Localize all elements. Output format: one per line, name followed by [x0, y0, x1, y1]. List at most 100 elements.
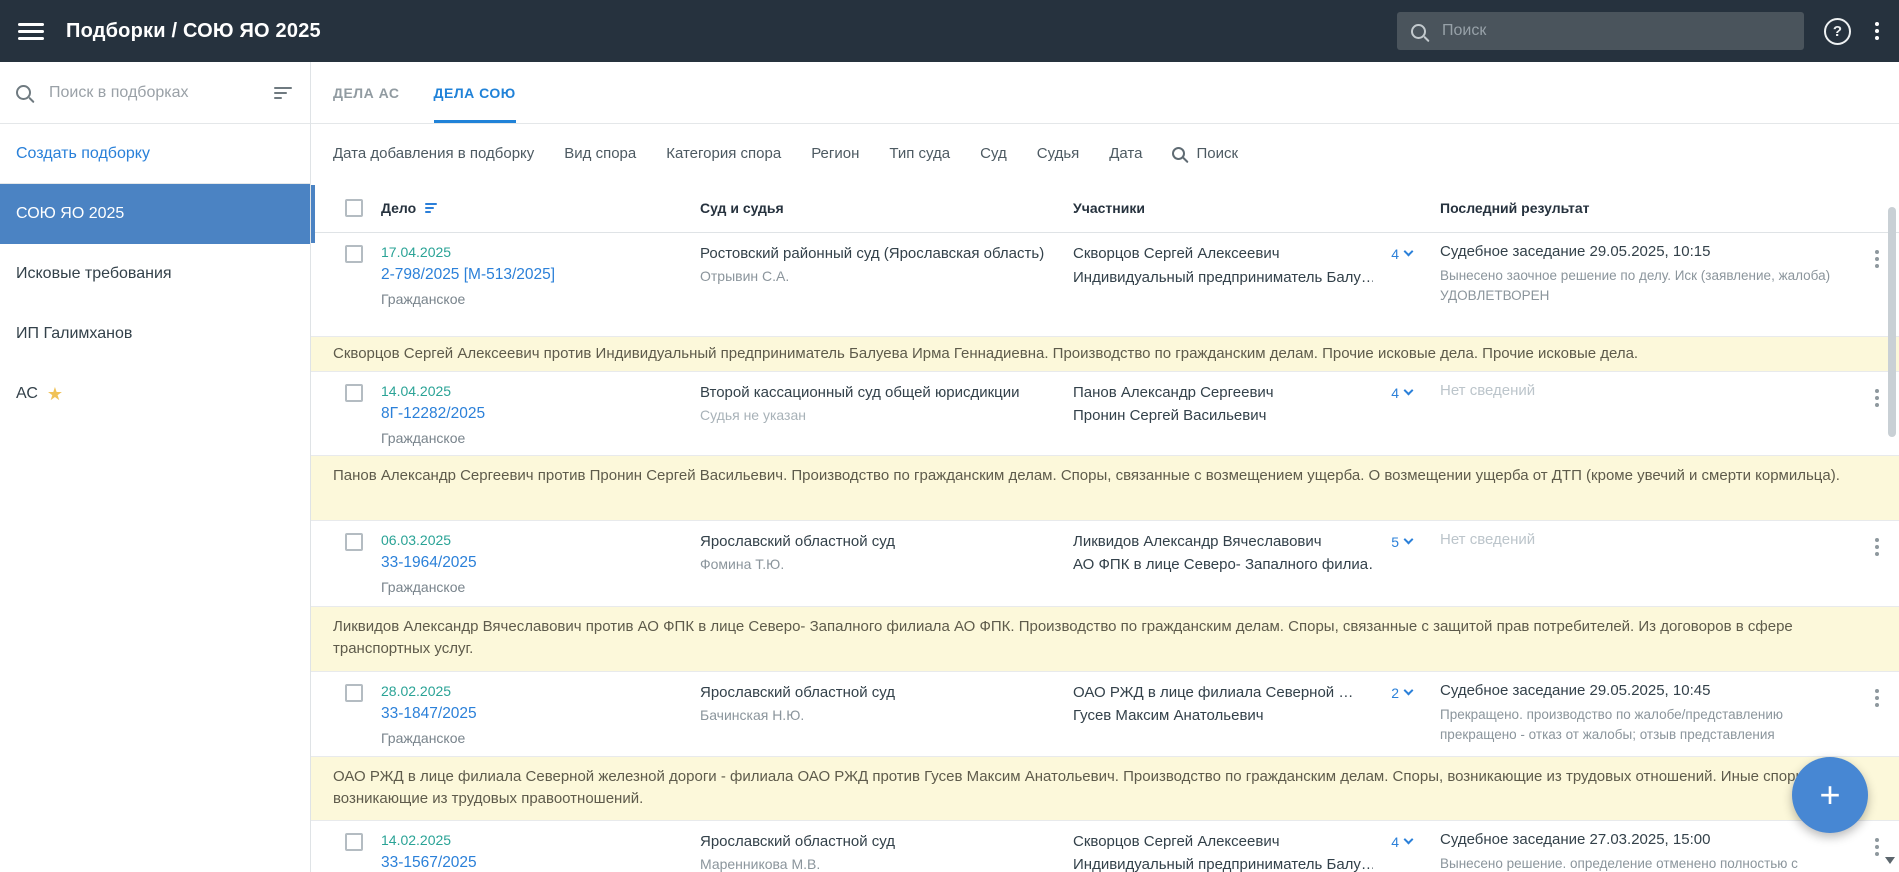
sidebar-item-as[interactable]: АС ★: [0, 364, 310, 424]
result-title: Нет сведений: [1440, 382, 1855, 399]
court-cell: Ярославский областной суд Бачинская Н.Ю.: [700, 681, 1073, 747]
column-header-case: Дело: [381, 200, 416, 216]
case-number-link[interactable]: 8Г-12282/2025: [381, 405, 700, 423]
sidebar-item-label: ИП Галимханов: [16, 325, 132, 343]
case-number-link[interactable]: 33-1847/2025: [381, 705, 700, 723]
result-cell: Нет сведений: [1440, 530, 1855, 597]
create-collection-button[interactable]: Создать подборку: [0, 124, 310, 184]
row-menu-icon[interactable]: [1875, 242, 1879, 327]
filter-region[interactable]: Регион: [811, 145, 859, 162]
topbar-actions: ?: [1397, 12, 1883, 50]
chevron-down-icon: [1404, 685, 1414, 695]
case-cell: 06.03.2025 33-1964/2025 Гражданское: [381, 530, 700, 597]
case-type: Гражданское: [381, 579, 700, 595]
chevron-down-icon: [1404, 534, 1414, 544]
row-menu-icon[interactable]: [1875, 830, 1879, 872]
participant: Скворцов Сергей Алексеевич: [1073, 831, 1373, 854]
vertical-scrollbar-thumb[interactable]: [1888, 207, 1896, 437]
date-added: 17.04.2025: [381, 244, 700, 260]
case-annotation: Панов Александр Сергеевич против Пронин …: [311, 456, 1899, 521]
row-checkbox[interactable]: [345, 833, 363, 851]
participant: Скворцов Сергей Алексеевич: [1073, 243, 1373, 266]
table-row: 17.04.2025 2-798/2025 [М-513/2025] Гражд…: [311, 233, 1899, 337]
table-row: 14.02.2025 33-1567/2025 Ярославский обла…: [311, 821, 1899, 872]
participants-cell: Ликвидов Александр Вячеславович АО ФПК в…: [1073, 530, 1440, 597]
collections-search-input[interactable]: [47, 83, 258, 103]
participants-cell: Скворцов Сергей Алексеевич Индивидуальны…: [1073, 242, 1440, 327]
table-search-button[interactable]: Поиск: [1172, 145, 1238, 162]
sidebar-item-soyu-yao-2025[interactable]: СОЮ ЯО 2025: [0, 184, 310, 244]
hamburger-menu-icon[interactable]: [18, 19, 44, 44]
row-menu-icon[interactable]: [1875, 530, 1879, 597]
participants-cell: Скворцов Сергей Алексеевич Индивидуальны…: [1073, 830, 1440, 872]
overflow-menu-icon[interactable]: [1871, 17, 1883, 45]
row-menu-icon[interactable]: [1875, 381, 1879, 446]
result-details: Вынесено решение. определение отменено п…: [1440, 854, 1832, 872]
global-search-input[interactable]: [1440, 21, 1790, 41]
select-all-checkbox[interactable]: [345, 199, 363, 217]
sidebar-item-iskovye-trebovaniya[interactable]: Исковые требования: [0, 244, 310, 304]
result-title: Судебное заседание 29.05.2025, 10:45: [1440, 682, 1855, 699]
row-checkbox[interactable]: [345, 533, 363, 551]
row-menu-icon[interactable]: [1875, 681, 1879, 747]
court-name: Ярославский областной суд: [700, 531, 1045, 552]
table-row: 28.02.2025 33-1847/2025 Гражданское Ярос…: [311, 672, 1899, 757]
filter-date-added[interactable]: Дата добавления в подборку: [333, 145, 534, 162]
result-title: Судебное заседание 27.03.2025, 15:00: [1440, 831, 1855, 848]
participant: Панов Александр Сергеевич: [1073, 382, 1373, 405]
page-title: Подборки / СОЮ ЯО 2025: [66, 20, 321, 43]
row-checkbox[interactable]: [345, 384, 363, 402]
judge-name: Фомина Т.Ю.: [700, 556, 1073, 572]
participants-count-toggle[interactable]: 5: [1391, 530, 1412, 597]
sort-collections-icon[interactable]: [274, 84, 292, 102]
result-title: Нет сведений: [1440, 531, 1855, 548]
row-checkbox[interactable]: [345, 684, 363, 702]
participants-count-toggle[interactable]: 2: [1391, 681, 1412, 747]
filter-dispute-kind[interactable]: Вид спора: [564, 145, 636, 162]
search-icon: [16, 85, 31, 100]
participants-count-toggle[interactable]: 4: [1391, 381, 1412, 446]
sidebar-item-label: СОЮ ЯО 2025: [16, 205, 124, 223]
participants-count-toggle[interactable]: 4: [1391, 830, 1412, 872]
filter-date[interactable]: Дата: [1109, 145, 1142, 162]
chevron-down-icon: [1404, 834, 1414, 844]
column-header-court: Суд и судья: [700, 200, 1073, 216]
filter-court[interactable]: Суд: [980, 145, 1007, 162]
selected-collection-accent: [311, 185, 315, 243]
participant: Пронин Сергей Васильевич: [1073, 405, 1373, 428]
chevron-down-icon: [1404, 385, 1414, 395]
date-added: 28.02.2025: [381, 683, 700, 699]
search-icon: [1411, 24, 1426, 39]
scrollbar-down-arrow-icon[interactable]: [1885, 857, 1895, 864]
app-window: Подборки / СОЮ ЯО 2025 ? Создать подборк…: [0, 0, 1899, 872]
case-number-link[interactable]: 33-1964/2025: [381, 554, 700, 572]
case-cell: 14.04.2025 8Г-12282/2025 Гражданское: [381, 381, 700, 446]
participants-count-toggle[interactable]: 4: [1391, 242, 1412, 327]
participant: АО ФПК в лице Северо- Запалного филиа…: [1073, 554, 1373, 577]
court-name: Ярославский областной суд: [700, 831, 1045, 852]
participant: Индивидуальный предприниматель Балу…: [1073, 267, 1373, 290]
row-checkbox[interactable]: [345, 245, 363, 263]
filter-dispute-category[interactable]: Категория спора: [666, 145, 781, 162]
case-annotation: Скворцов Сергей Алексеевич против Индиви…: [311, 337, 1899, 372]
sidebar-item-label: АС: [16, 385, 38, 403]
global-search[interactable]: [1397, 12, 1804, 50]
filter-bar: Дата добавления в подборку Вид спора Кат…: [311, 124, 1899, 183]
judge-name: Судья не указан: [700, 407, 1073, 423]
sidebar-item-ip-galimkhanov[interactable]: ИП Галимханов: [0, 304, 310, 364]
result-cell: Нет сведений: [1440, 381, 1855, 446]
filter-court-type[interactable]: Тип суда: [889, 145, 950, 162]
participant: ОАО РЖД в лице филиала Северной …: [1073, 682, 1373, 705]
case-number-link[interactable]: 2-798/2025 [М-513/2025]: [381, 266, 700, 284]
sort-case-icon[interactable]: [425, 201, 437, 215]
add-case-fab[interactable]: +: [1792, 757, 1868, 833]
case-cell: 14.02.2025 33-1567/2025: [381, 830, 700, 872]
court-cell: Ростовский районный суд (Ярославская обл…: [700, 242, 1073, 327]
collections-search[interactable]: [0, 62, 310, 124]
filter-judge[interactable]: Судья: [1037, 145, 1080, 162]
case-number-link[interactable]: 33-1567/2025: [381, 854, 700, 872]
tab-dela-as[interactable]: ДЕЛА АС: [333, 62, 400, 123]
tab-dela-soyu[interactable]: ДЕЛА СОЮ: [434, 62, 516, 123]
column-header-participants: Участники: [1073, 200, 1440, 216]
help-icon[interactable]: ?: [1824, 18, 1851, 45]
